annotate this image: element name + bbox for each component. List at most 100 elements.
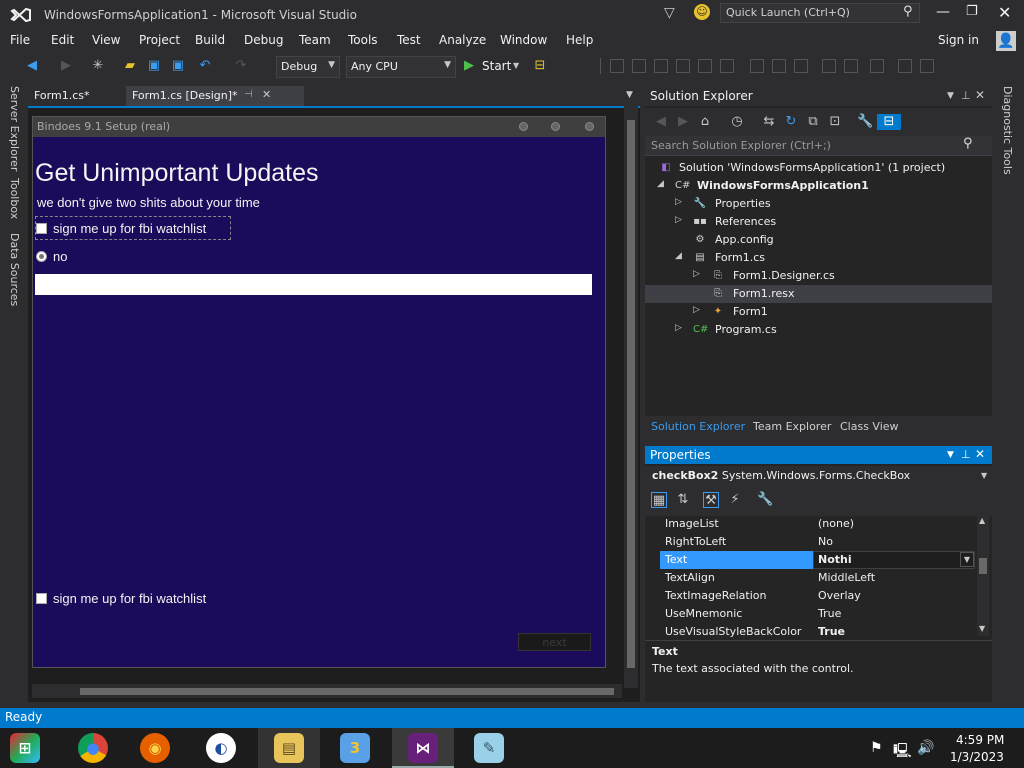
properties-view-icon[interactable]: ⚒ [703, 492, 719, 508]
refresh-icon[interactable]: ↻ [783, 114, 799, 130]
feedback-smiley-icon[interactable]: ☺ [694, 4, 710, 20]
pin-icon[interactable]: ⊣ [244, 89, 253, 100]
tab-form1-design[interactable]: Form1.cs [Design]* ⊣ ✕ [126, 86, 304, 106]
subheading-label[interactable]: we don't give two shits about your time [37, 195, 260, 210]
save-icon[interactable]: ▣ [146, 58, 162, 74]
collapsed-arrow-icon[interactable]: ▷ [693, 305, 700, 315]
menu-view[interactable]: View [92, 33, 120, 47]
start-button[interactable]: ▶ Start ▼ [464, 57, 522, 77]
horizontal-spacing-icon[interactable] [822, 59, 836, 73]
menu-edit[interactable]: Edit [51, 33, 74, 47]
taskbar-app-tile-active[interactable]: ⋈ [392, 728, 454, 768]
solution-explorer-search[interactable]: Search Solution Explorer (Ctrl+;) ⚲ [645, 136, 992, 156]
tab-overflow-chevron-icon[interactable]: ▼ [626, 90, 633, 100]
tab-class-view[interactable]: Class View [840, 420, 899, 433]
vertical-spacing-icon[interactable] [844, 59, 858, 73]
align-tops-icon[interactable] [676, 59, 690, 73]
tree-item-project[interactable]: ◢ C# WindowsFormsApplication1 [645, 177, 992, 195]
redo-icon[interactable]: ↷ [233, 58, 249, 74]
forward-icon[interactable]: ▶ [675, 114, 691, 130]
property-value[interactable]: No [818, 535, 833, 548]
property-value-input[interactable]: Nothi [818, 553, 852, 566]
designed-form[interactable]: Bindoes 9.1 Setup (real) Get Unimportant… [32, 116, 606, 668]
dropdown-arrow-icon[interactable]: ▼ [960, 552, 974, 567]
property-row[interactable]: TextImageRelation Overlay [660, 587, 975, 605]
checkbox2[interactable] [36, 593, 47, 604]
menu-test[interactable]: Test [397, 33, 421, 47]
menu-window[interactable]: Window [500, 33, 547, 47]
align-rights-icon[interactable] [654, 59, 668, 73]
menu-help[interactable]: Help [566, 33, 593, 47]
properties-wrench-icon[interactable]: 🔧 [857, 114, 873, 130]
tree-item-references[interactable]: ▷ ▪▪ References [645, 213, 992, 231]
menu-team[interactable]: Team [299, 33, 331, 47]
sync-icon[interactable]: ⇆ [761, 114, 777, 130]
menu-tools[interactable]: Tools [348, 33, 378, 47]
align-bottoms-icon[interactable] [720, 59, 734, 73]
account-avatar-icon[interactable]: 👤 [996, 31, 1016, 51]
clock-date[interactable]: 1/3/2023 [950, 750, 1004, 764]
scroll-down-icon[interactable]: ▼ [979, 624, 985, 633]
find-in-files-icon[interactable]: ⊟ [532, 58, 548, 74]
expanded-arrow-icon[interactable]: ◢ [657, 179, 664, 189]
heading-label[interactable]: Get Unimportant Updates [35, 159, 318, 188]
platform-select[interactable]: Any CPU ▼ [346, 56, 456, 78]
volume-icon[interactable]: 🔊 [917, 740, 934, 756]
close-tab-icon[interactable]: ✕ [262, 88, 271, 101]
restore-button[interactable]: ❐ [966, 4, 978, 19]
diagnostic-tools-tab[interactable]: Diagnostic Tools [1001, 86, 1014, 175]
menu-file[interactable]: File [10, 33, 30, 47]
menu-build[interactable]: Build [195, 33, 225, 47]
menu-debug[interactable]: Debug [244, 33, 283, 47]
tree-item-properties[interactable]: ▷ 🔧 Properties [645, 195, 992, 213]
network-icon[interactable]: 🖳 [893, 740, 912, 764]
align-middles-icon[interactable] [698, 59, 712, 73]
search-icon[interactable]: ⚲ [903, 4, 913, 19]
clock-time[interactable]: 4:59 PM [956, 733, 1004, 747]
property-row[interactable]: TextAlign MiddleLeft [660, 569, 975, 587]
checkbox2-label[interactable]: sign me up for fbi watchlist [53, 591, 206, 606]
taskbar-app-tile[interactable]: ◉ [124, 728, 186, 768]
scroll-thumb[interactable] [979, 558, 987, 574]
close-icon[interactable]: ✕ [975, 447, 985, 461]
collapsed-arrow-icon[interactable]: ▷ [675, 323, 682, 333]
designer-horizontal-scroll-thumb[interactable] [80, 688, 614, 695]
events-lightning-icon[interactable]: ⚡ [727, 492, 743, 508]
data-sources-tab[interactable]: Data Sources [8, 233, 21, 306]
collapsed-arrow-icon[interactable]: ▷ [693, 269, 700, 279]
configuration-select[interactable]: Debug ▼ [276, 56, 340, 78]
collapsed-arrow-icon[interactable]: ▷ [675, 197, 682, 207]
expanded-arrow-icon[interactable]: ◢ [675, 251, 682, 261]
make-same-size-icon[interactable] [794, 59, 808, 73]
property-value[interactable]: Overlay [818, 589, 861, 602]
solution-explorer-search-input[interactable]: Search Solution Explorer (Ctrl+;) [651, 139, 831, 152]
pin-icon[interactable]: ⊥ [961, 448, 971, 461]
categorized-icon[interactable]: ▦ [651, 492, 667, 508]
sign-in-link[interactable]: Sign in [938, 33, 979, 47]
property-row[interactable]: RightToLeft No [660, 533, 975, 551]
back-icon[interactable]: ◀ [24, 58, 40, 74]
bring-to-front-icon[interactable] [898, 59, 912, 73]
server-explorer-tab[interactable]: Server Explorer [8, 86, 21, 171]
collapsed-arrow-icon[interactable]: ▷ [675, 215, 682, 225]
property-value[interactable]: True [818, 625, 845, 638]
tree-item-form1-cs[interactable]: ◢ ▤ Form1.cs [645, 249, 992, 267]
property-row[interactable]: UseMnemonic True [660, 605, 975, 623]
tree-item-program-cs[interactable]: ▷ C# Program.cs [645, 321, 992, 339]
align-centers-icon[interactable] [632, 59, 646, 73]
preview-selected-icon[interactable]: ⊟ [877, 114, 901, 130]
taskbar-app-tile[interactable]: ✎ [458, 728, 520, 768]
tab-solution-explorer[interactable]: Solution Explorer [651, 420, 745, 433]
taskbar-app-tile[interactable]: ⊞ [0, 728, 62, 768]
tree-item-form1-designer[interactable]: ▷ ⎘ Form1.Designer.cs [645, 267, 992, 285]
save-all-icon[interactable]: ▣ [170, 58, 186, 74]
undo-icon[interactable]: ↶ [197, 58, 213, 74]
home-icon[interactable]: ⌂ [697, 114, 713, 130]
quick-launch-box[interactable]: Quick Launch (Ctrl+Q) ⚲ [720, 3, 920, 23]
back-icon[interactable]: ◀ [653, 114, 669, 130]
menu-project[interactable]: Project [139, 33, 180, 47]
property-value[interactable]: True [818, 607, 841, 620]
property-row[interactable]: UseVisualStyleBackColor True [660, 623, 975, 641]
next-button[interactable]: next [518, 633, 591, 651]
tab-form1-code[interactable]: Form1.cs* [28, 86, 124, 106]
